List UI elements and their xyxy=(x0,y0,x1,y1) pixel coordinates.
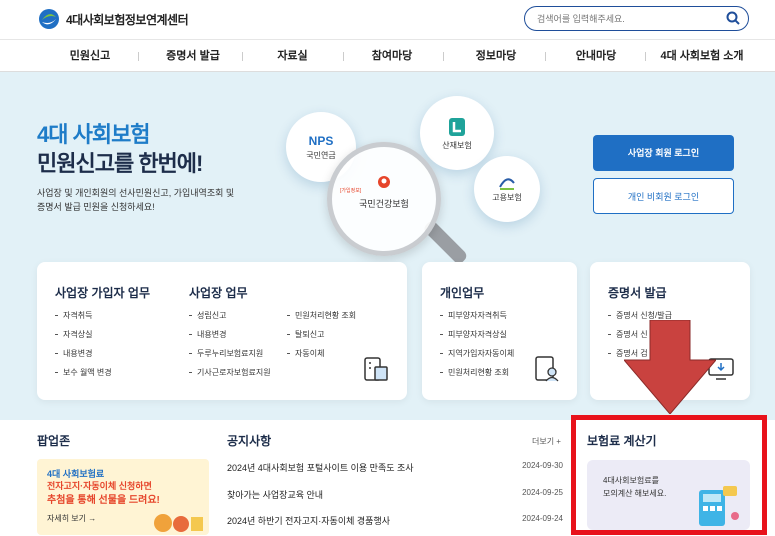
list-item[interactable]: 민원처리현황 조회 xyxy=(287,306,356,325)
nav-item-resources[interactable]: 자료실 xyxy=(265,40,320,72)
nav-item-info[interactable]: 정보마당 xyxy=(466,40,526,72)
list-item[interactable]: 피부양자자격상실 xyxy=(440,325,514,344)
business-task-list-2: 민원처리현황 조회 탈퇴신고 자동이체 xyxy=(287,306,356,363)
list-item[interactable]: 자동이체 xyxy=(287,344,356,363)
nav-divider xyxy=(343,52,344,61)
building-icon xyxy=(364,357,388,381)
list-item[interactable]: 자격취득 xyxy=(55,306,112,325)
nav-item-complaint[interactable]: 민원신고 xyxy=(60,40,120,72)
gift-illustration-icon xyxy=(154,514,203,532)
nhis-logo-icon xyxy=(378,176,390,188)
notice-row[interactable]: 찾아가는 사업장교육 안내 2024-09-25 xyxy=(227,486,563,506)
hero-description-line: 증명서 발급 민원을 신청하세요! xyxy=(37,202,155,212)
highlight-box xyxy=(571,415,767,535)
list-item[interactable]: 탈퇴신고 xyxy=(287,325,356,344)
popup-banner[interactable]: 4대 사회보험료 전자고지·자동이체 신청하면 추첨을 통해 선물을 드려요! … xyxy=(37,459,209,535)
notice-row-date: 2024-09-30 xyxy=(522,461,563,470)
nav-divider xyxy=(645,52,646,61)
hero-description-line: 사업장 및 개인회원의 선사민원신고, 가입내역조회 및 xyxy=(37,188,235,198)
notice-row[interactable]: 2024년 하반기 전자고지·자동이체 경품행사 2024-09-24 xyxy=(227,512,563,532)
header: 4대사회보험정보연계센터 xyxy=(0,0,775,40)
search-box xyxy=(524,6,749,31)
page: 4대사회보험정보연계센터 민원신고 증명서 발급 자료실 참여마당 정보마당 안… xyxy=(0,0,775,536)
nav-divider xyxy=(242,52,243,61)
popup-zone-title: 팝업존 xyxy=(37,434,71,448)
employment-label: 고용보험 xyxy=(492,192,522,202)
search-icon[interactable] xyxy=(726,11,740,25)
card-title: 사업장 업무 xyxy=(189,286,248,300)
main-nav: 민원신고 증명서 발급 자료실 참여마당 정보마당 안내마당 4대 사회보험 소… xyxy=(0,40,775,72)
card-title: 개인업무 xyxy=(440,286,485,300)
hero-subtitle: 민원신고를 한번에! xyxy=(37,151,203,176)
nhis-label: 국민건강보험 xyxy=(359,199,409,209)
employment-logo-icon xyxy=(499,177,515,190)
notice-row-title: 2024년 4대사회보험 포털사이트 이용 만족도 조사 xyxy=(227,463,414,473)
logo-text: 4대사회보험정보연계센터 xyxy=(66,12,189,27)
nav-item-certificate[interactable]: 증명서 발급 xyxy=(158,40,228,72)
notice-row[interactable]: 2024년 4대사회보험 포털사이트 이용 만족도 조사 2024-09-30 xyxy=(227,459,563,479)
site-logo[interactable]: 4대사회보험정보연계센터 xyxy=(38,8,189,30)
popup-line: 추첨을 통해 선물을 드려요! xyxy=(47,495,160,506)
nps-logo: NPS xyxy=(308,133,334,148)
list-item[interactable]: 민원처리현황 조회 xyxy=(440,363,514,382)
card-title: 사업장 가입자 업무 xyxy=(55,286,150,300)
hero-description: 사업장 및 개인회원의 선사민원신고, 가입내역조회 및 증명서 발급 민원을 … xyxy=(37,186,297,214)
nav-item-about[interactable]: 4대 사회보험 소개 xyxy=(657,40,747,72)
personal-task-list: 피부양자자격취득 피부양자자격상실 지역가입자자동이체 민원처리현황 조회 xyxy=(440,306,514,382)
list-item[interactable]: 내용변경 xyxy=(189,325,271,344)
down-arrow-annotation xyxy=(624,320,716,414)
list-item[interactable]: 성립신고 xyxy=(189,306,271,325)
business-subscriber-list: 자격취득 자격상실 내용변경 보수 월액 변경 xyxy=(55,306,112,382)
notice-row-date: 2024-09-25 xyxy=(522,488,563,497)
notice-row-date: 2024-09-24 xyxy=(522,514,563,523)
list-item[interactable]: 피부양자자격취득 xyxy=(440,306,514,325)
list-item[interactable]: 두루누리보험료지원 xyxy=(189,344,271,363)
business-card: 사업장 가입자 업무 자격취득 자격상실 내용변경 보수 월액 변경 사업장 업… xyxy=(37,262,407,400)
search-input[interactable] xyxy=(537,10,717,27)
hero-title: 4대 사회보험 xyxy=(37,122,151,147)
employment-bubble: 고용보험 xyxy=(474,156,540,222)
nhis-small-text: [가입정보] xyxy=(340,188,362,194)
document-person-icon xyxy=(535,356,559,382)
magnifier-icon: [가입정보] 국민건강보험 xyxy=(327,142,441,256)
list-item[interactable]: 내용변경 xyxy=(55,344,112,363)
personal-card: 개인업무 피부양자자격취득 피부양자자격상실 지역가입자자동이체 민원처리현황 … xyxy=(422,262,577,400)
business-login-button[interactable]: 사업장 회원 로그인 xyxy=(593,135,734,171)
comwel-label: 산재보험 xyxy=(442,140,472,150)
nav-item-guide[interactable]: 안내마당 xyxy=(566,40,626,72)
business-task-list: 성립신고 내용변경 두루누리보험료지원 기사근로자보험료지원 xyxy=(189,306,271,382)
list-item[interactable]: 보수 월액 변경 xyxy=(55,363,112,382)
notice-more-link[interactable]: 더보기 + xyxy=(532,436,561,447)
list-item[interactable]: 지역가입자자동이체 xyxy=(440,344,514,363)
logo-icon xyxy=(39,9,59,29)
notice-title: 공지사항 xyxy=(227,434,272,448)
nav-divider xyxy=(545,52,546,61)
nps-label: 국민연금 xyxy=(306,150,336,160)
comwel-logo-icon xyxy=(449,117,465,136)
nav-item-participation[interactable]: 참여마당 xyxy=(362,40,422,72)
nav-divider xyxy=(138,52,139,61)
list-item[interactable]: 자격상실 xyxy=(55,325,112,344)
popup-detail-link[interactable]: 자세히 보기 → xyxy=(47,513,96,524)
notice-row-title: 찾아가는 사업장교육 안내 xyxy=(227,490,324,500)
notice-row-title: 2024년 하반기 전자고지·자동이체 경품행사 xyxy=(227,516,391,526)
card-title: 증명서 발급 xyxy=(608,286,667,300)
personal-login-button[interactable]: 개인 비회원 로그인 xyxy=(593,178,734,214)
comwel-bubble: 산재보험 xyxy=(420,96,494,170)
list-item[interactable]: 기사근로자보험료지원 xyxy=(189,363,271,382)
nav-divider xyxy=(443,52,444,61)
